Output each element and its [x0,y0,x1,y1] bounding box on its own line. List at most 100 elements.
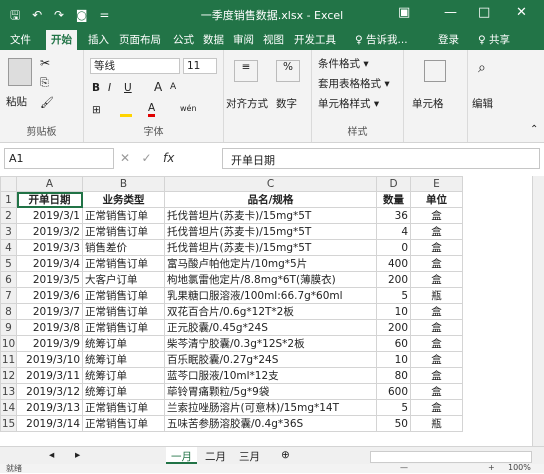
column-header[interactable]: C [164,176,377,192]
table-cell[interactable]: 正常销售订单 [82,207,165,224]
tab-home[interactable]: 开始 [46,30,77,50]
table-cell[interactable]: 正常销售订单 [82,303,165,320]
row-header[interactable]: 10 [0,335,17,352]
row-header[interactable]: 6 [0,271,17,288]
table-cell[interactable]: 10 [376,351,411,368]
table-cell[interactable]: 统筹订单 [82,335,165,352]
sign-in-link[interactable]: 登录 [438,32,459,47]
row-header[interactable]: 12 [0,367,17,384]
italic-button[interactable]: I [108,82,111,94]
column-header[interactable]: B [82,176,165,192]
table-cell[interactable]: 统筹订单 [82,383,165,400]
table-cell[interactable]: 蓝芩口服液/10ml*12支 [164,367,377,384]
table-cell[interactable]: 正元胶囊/0.45g*24S [164,319,377,336]
table-cell[interactable]: 2019/3/1 [16,207,83,224]
table-cell[interactable]: 200 [376,271,411,288]
table-cell[interactable]: 2019/3/6 [16,287,83,304]
table-cell[interactable]: 盒 [410,399,463,416]
table-cell[interactable]: 2019/3/3 [16,239,83,256]
table-cell[interactable]: 5 [376,399,411,416]
column-header[interactable]: D [376,176,411,192]
zoom-level[interactable]: 100% [508,463,531,472]
horizontal-scrollbar[interactable] [370,451,532,463]
zoom-in-button[interactable]: + [488,463,495,472]
table-cell[interactable]: 2019/3/13 [16,399,83,416]
table-cell[interactable]: 柴芩清宁胶囊/0.3g*12S*2板 [164,335,377,352]
row-header[interactable]: 5 [0,255,17,272]
table-cell[interactable]: 托伐普坦片(苏麦卡)/15mg*5T [164,207,377,224]
tell-me-search[interactable]: ♀ 告诉我... [355,32,408,47]
table-cell[interactable]: 正常销售订单 [82,287,165,304]
table-cell[interactable]: 大客户订单 [82,271,165,288]
fx-icon[interactable]: fx [163,151,174,165]
table-cell[interactable]: 瓶 [410,287,463,304]
tab-sheet-february[interactable]: 二月 [200,447,231,464]
table-cell[interactable]: 盒 [410,367,463,384]
table-cell[interactable]: 2019/3/9 [16,335,83,352]
close-button[interactable]: ✕ [516,5,527,20]
formula-input[interactable]: 开单日期 [222,148,540,169]
table-cell[interactable]: 统筹订单 [82,367,165,384]
table-cell[interactable]: 正常销售订单 [82,415,165,432]
table-cell[interactable]: 盒 [410,223,463,240]
header-cell[interactable]: 单位 [410,191,463,208]
header-cell[interactable]: 数量 [376,191,411,208]
add-sheet-icon[interactable]: ⊕ [276,447,295,464]
table-cell[interactable]: 2019/3/10 [16,351,83,368]
table-cell[interactable]: 乳果糖口服溶液/100ml:66.7g*60ml [164,287,377,304]
table-cell[interactable]: 2019/3/2 [16,223,83,240]
cells-button[interactable]: 单元格 [412,96,444,111]
tab-formulas[interactable]: 公式 [173,32,194,47]
table-cell[interactable]: 百乐眠胶囊/0.27g*24S [164,351,377,368]
column-header[interactable]: E [410,176,463,192]
header-cell[interactable]: 品名/规格 [164,191,377,208]
font-name-select[interactable]: 等线 [90,58,180,74]
ribbon-display-icon[interactable]: ▣ [398,5,410,20]
underline-button[interactable]: U [124,82,132,94]
tab-file[interactable]: 文件 [10,32,31,47]
share-button[interactable]: ♀ 共享 [478,32,510,47]
table-cell[interactable]: 枸地氯雷他定片/8.8mg*6T(薄膜衣) [164,271,377,288]
table-cell[interactable]: 2019/3/5 [16,271,83,288]
table-cell[interactable]: 10 [376,303,411,320]
table-cell[interactable]: 盒 [410,207,463,224]
tab-page-layout[interactable]: 页面布局 [119,32,161,47]
font-size-select[interactable]: 11 [183,58,217,74]
table-cell[interactable]: 4 [376,223,411,240]
table-cell[interactable]: 2019/3/8 [16,319,83,336]
vertical-scrollbar[interactable] [532,176,544,446]
copy-icon[interactable]: ⎘ [40,76,49,90]
table-cell[interactable]: 2019/3/7 [16,303,83,320]
table-cell[interactable]: 2019/3/11 [16,367,83,384]
table-cell[interactable]: 正常销售订单 [82,399,165,416]
table-cell[interactable]: 瓶 [410,415,463,432]
table-cell[interactable]: 600 [376,383,411,400]
enter-icon[interactable]: ✓ [142,151,152,165]
sheet-nav-right-icon[interactable]: ▸ [70,447,85,464]
sheet-nav-left-icon[interactable]: ◂ [44,447,59,464]
paste-label[interactable]: 粘贴 [6,94,27,109]
table-cell[interactable]: 2019/3/14 [16,415,83,432]
row-header[interactable]: 3 [0,223,17,240]
table-cell[interactable]: 盒 [410,335,463,352]
row-header[interactable]: 1 [0,191,17,208]
table-cell[interactable]: 盒 [410,255,463,272]
tab-sheet-march[interactable]: 三月 [234,447,265,464]
table-cell[interactable]: 80 [376,367,411,384]
table-cell[interactable]: 正常销售订单 [82,223,165,240]
table-format-button[interactable]: 套用表格格式 ▾ [318,76,390,91]
table-cell[interactable]: 36 [376,207,411,224]
conditional-format-button[interactable]: 条件格式 ▾ [318,56,369,71]
row-header[interactable]: 7 [0,287,17,304]
tab-developer[interactable]: 开发工具 [294,32,336,47]
table-cell[interactable]: 盒 [410,239,463,256]
row-header[interactable]: 4 [0,239,17,256]
table-cell[interactable]: 50 [376,415,411,432]
table-cell[interactable]: 盒 [410,351,463,368]
table-cell[interactable]: 兰索拉唑肠溶片(可意林)/15mg*14T [164,399,377,416]
row-header[interactable]: 13 [0,383,17,400]
align-icon[interactable]: ≡ [234,60,258,82]
font-color-icon[interactable]: A [148,102,156,117]
row-header[interactable]: 11 [0,351,17,368]
table-cell[interactable]: 盒 [410,303,463,320]
